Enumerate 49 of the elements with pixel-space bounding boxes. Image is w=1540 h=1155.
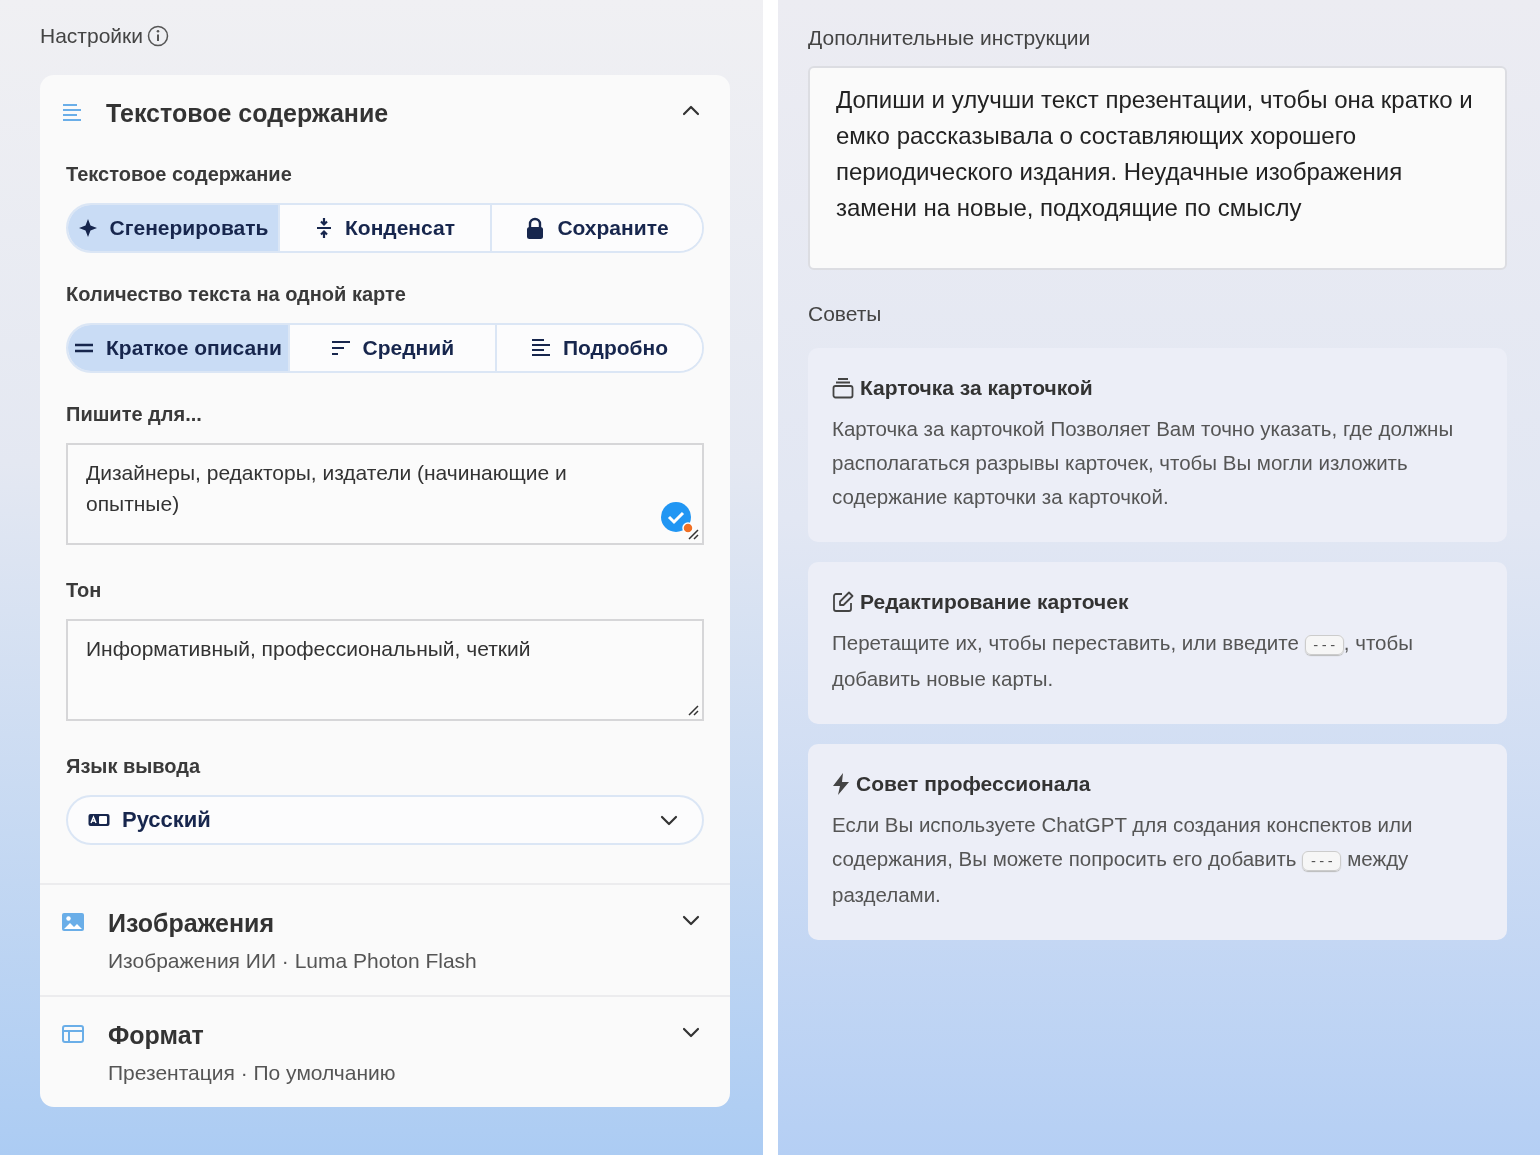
panel-title: Настройки xyxy=(40,24,143,48)
field-label: Текстовое содержание xyxy=(66,162,293,187)
two-lines-icon xyxy=(74,342,94,354)
tip-text: Если Вы используете ChatGPT для создания конспектов или содержания, Вы можете попросить его добавить --- между разделами. xyxy=(832,812,1414,908)
field-label: Тон xyxy=(66,578,103,603)
image-icon xyxy=(62,913,84,931)
section-subtitle: Изображения ИИ · Luma Photon Flash xyxy=(108,949,478,973)
code-snippet: --- xyxy=(1302,851,1342,871)
resize-handle-icon[interactable] xyxy=(687,528,699,540)
segment-option[interactable]: Подробно xyxy=(494,325,702,371)
field-label: Язык вывода xyxy=(66,754,202,779)
edit-icon xyxy=(832,591,854,613)
card-stack-icon xyxy=(832,377,854,399)
chevron-up-icon[interactable] xyxy=(682,105,700,116)
tip-title: Карточка за карточкой xyxy=(860,376,1093,400)
segment-option[interactable]: Краткое описани xyxy=(68,325,288,371)
four-lines-icon xyxy=(530,338,551,358)
chevron-down-icon[interactable] xyxy=(682,915,700,926)
text-field[interactable]: Информативный, профессиональный, четкий xyxy=(66,619,704,721)
code-snippet: --- xyxy=(1304,635,1344,655)
text-lines-icon xyxy=(62,103,82,121)
lightning-icon xyxy=(832,773,850,795)
condense-icon xyxy=(315,217,334,239)
segment-option[interactable]: Сгенерировать xyxy=(68,205,278,251)
instructions-field[interactable]: Допиши и улучши текст презентации, чтобы она кратко и емко рассказывала о составляющих хорошего периодического издания. Неудачные изображения замени на новые, подходящие по смыслу xyxy=(808,66,1507,270)
section-title: Формат xyxy=(108,1020,205,1051)
language-dropdown[interactable]: Русский xyxy=(66,795,704,845)
layout-icon xyxy=(62,1025,84,1043)
text-field[interactable]: Дизайнеры, редакторы, издатели (начинающие и опытные) xyxy=(66,443,704,545)
tip-title: Совет профессионала xyxy=(856,772,1091,796)
chevron-down-icon[interactable] xyxy=(682,1027,700,1038)
info-icon[interactable] xyxy=(147,25,169,47)
segment-option[interactable]: Сохраните xyxy=(490,205,702,251)
tips-heading: Советы xyxy=(808,301,883,327)
field-label: Дополнительные инструкции xyxy=(808,25,1092,51)
three-lines-icon xyxy=(330,339,351,357)
language-icon xyxy=(88,813,110,827)
field-label: Количество текста на одной карте xyxy=(66,282,407,307)
section-title: Изображения xyxy=(108,908,275,939)
resize-handle-icon[interactable] xyxy=(687,704,699,716)
sparkle-icon xyxy=(77,218,98,238)
chevron-down-icon[interactable] xyxy=(660,814,678,826)
tip-text: Карточка за карточкой Позволяет Вам точно указать, где должны располагаться разрывы карточек, чтобы Вы могли изложить содержание карточки за карточкой. xyxy=(832,416,1455,510)
tip-title: Редактирование карточек xyxy=(860,590,1129,614)
section-subtitle: Презентация · По умолчанию xyxy=(108,1061,397,1085)
tip-text: Перетащите их, чтобы переставить, или введите --- , чтобы добавить новые карты. xyxy=(832,630,1414,692)
field-label: Пишите для... xyxy=(66,402,203,427)
section-title: Текстовое содержание xyxy=(106,98,390,129)
lock-icon xyxy=(525,217,546,239)
